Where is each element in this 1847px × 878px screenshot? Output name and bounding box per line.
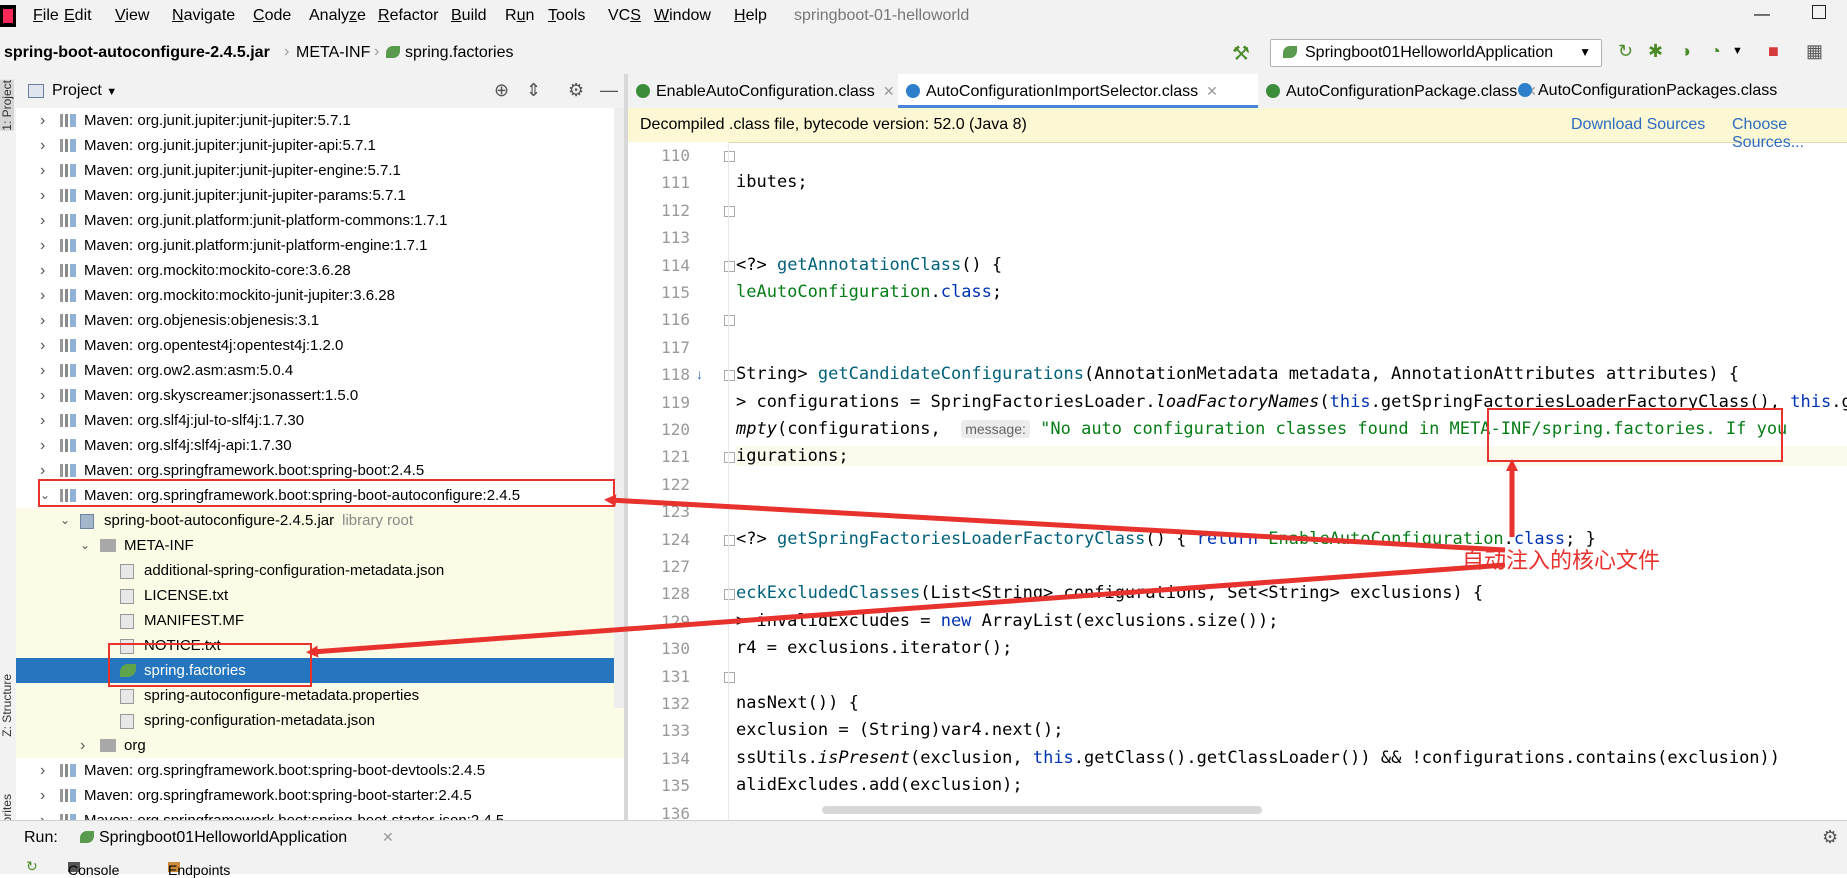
annotation-arrow-to-factories <box>306 562 1506 658</box>
annotation-arrow-to-maven <box>604 494 1506 553</box>
annotation-arrows <box>306 459 1518 658</box>
